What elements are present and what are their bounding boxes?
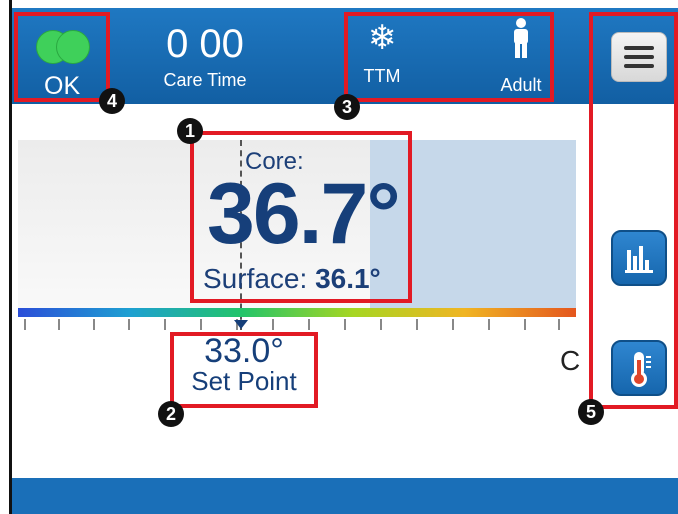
callout-number-2: 2 <box>158 401 184 427</box>
callout-box-setpoint <box>170 332 318 408</box>
footer-bar <box>12 478 678 514</box>
temperature-scale <box>18 308 576 317</box>
callout-number-5: 5 <box>578 399 604 425</box>
care-time-value: 0 00 <box>166 22 244 66</box>
callout-number-1: 1 <box>177 118 203 144</box>
care-time: 0 00 Care Time <box>150 24 260 91</box>
callout-number-4: 4 <box>99 88 125 114</box>
callout-number-3: 3 <box>334 94 360 120</box>
setpoint-pointer-icon <box>234 320 248 329</box>
care-time-label: Care Time <box>163 70 247 90</box>
callout-box-modes <box>344 12 554 102</box>
callout-box-status <box>14 12 110 102</box>
unit-label: C <box>560 345 581 376</box>
callout-box-side-buttons <box>589 12 678 409</box>
temperature-scale-ticks <box>18 319 576 331</box>
callout-box-temperature <box>190 131 412 303</box>
